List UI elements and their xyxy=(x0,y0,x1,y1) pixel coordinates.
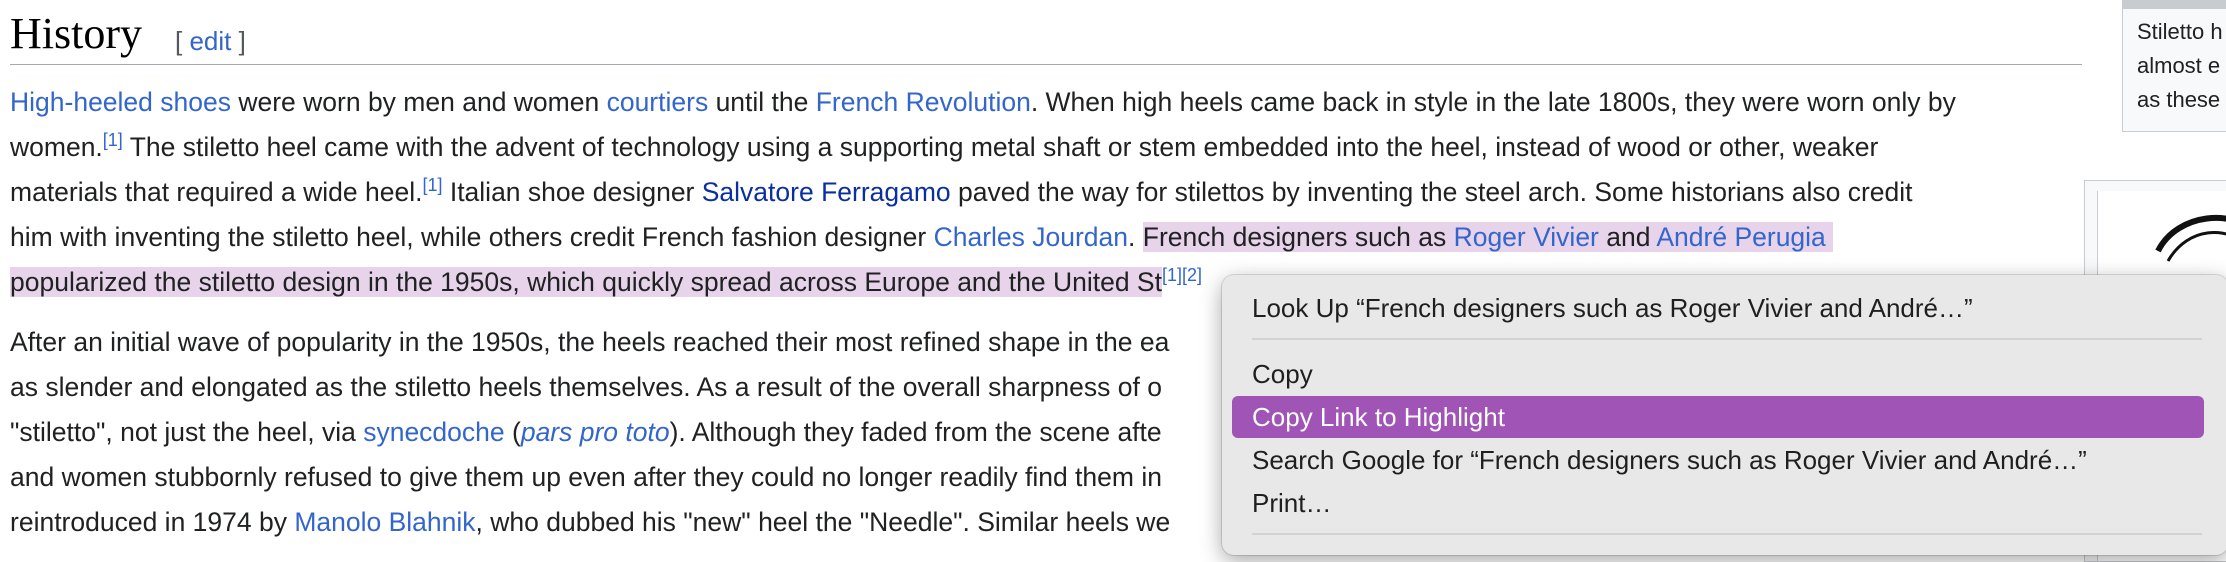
paragraph-line: High-heeled shoes were worn by men and w… xyxy=(10,80,1956,125)
citation-ref[interactable]: [1][2] xyxy=(1162,265,1202,285)
history-paragraph-1: High-heeled shoes were worn by men and w… xyxy=(10,80,1956,305)
caption-line: almost e xyxy=(2137,53,2221,78)
text: ( xyxy=(504,417,521,447)
menu-separator xyxy=(1252,338,2202,340)
text: materials that required a wide heel. xyxy=(10,177,423,207)
text: were worn by men and women xyxy=(230,87,607,117)
edit-section-link[interactable]: edit xyxy=(189,26,231,56)
image-thumbnail-caption-box: Stiletto h almost e as these xyxy=(2122,0,2226,132)
citation-ref[interactable]: [1] xyxy=(422,175,442,195)
link-pars-pro-toto[interactable]: pars pro toto xyxy=(521,417,670,447)
link-french-revolution[interactable]: French Revolution xyxy=(816,87,1031,117)
section-title: History xyxy=(10,9,142,58)
caption-line: Stiletto h xyxy=(2137,19,2223,44)
text: . When high heels came back in style in … xyxy=(1030,87,1956,117)
text: French designers such as xyxy=(1142,222,1454,252)
text: women. xyxy=(10,132,103,162)
thumbnail-image-edge xyxy=(2123,1,2226,9)
link-synecdoche[interactable]: synecdoche xyxy=(363,417,504,447)
paragraph-line: materials that required a wide heel.[1] … xyxy=(10,170,1956,215)
edit-bracket-close: ] xyxy=(231,26,246,56)
history-paragraph-2: After an initial wave of popularity in t… xyxy=(10,320,1170,545)
menu-separator xyxy=(1252,533,2202,535)
paragraph-line: as slender and elongated as the stiletto… xyxy=(10,372,1162,402)
paragraph-line: women.[1] The stiletto heel came with th… xyxy=(10,125,1956,170)
text: "stiletto", not just the heel, via xyxy=(10,417,364,447)
link-high-heeled-shoes[interactable]: High-heeled shoes xyxy=(10,87,231,117)
menu-item-copy-link-to-highlight[interactable]: Copy Link to Highlight xyxy=(1232,396,2204,438)
paragraph-line: and women stubbornly refused to give the… xyxy=(10,462,1162,492)
link-manolo-blahnik[interactable]: Manolo Blahnik xyxy=(294,507,475,537)
citation-ref[interactable]: [1] xyxy=(103,130,123,150)
text: paved the way for stilettos by inventing… xyxy=(950,177,1913,207)
section-heading: History [ edit ] xyxy=(10,4,2082,65)
paragraph-line: After an initial wave of popularity in t… xyxy=(10,327,1170,357)
text: him with inventing the stiletto heel, wh… xyxy=(10,222,934,252)
menu-item-search-google[interactable]: Search Google for “French designers such… xyxy=(1232,439,2204,481)
context-menu: Look Up “French designers such as Roger … xyxy=(1222,275,2226,555)
caption-line: as these xyxy=(2137,87,2221,112)
link-roger-vivier[interactable]: Roger Vivier xyxy=(1454,222,1599,252)
paragraph-line: reintroduced in 1974 by Manolo Blahnik, … xyxy=(10,500,1170,545)
edit-section-link-wrapper: [ edit ] xyxy=(175,26,246,57)
text: . xyxy=(1128,222,1143,252)
text-highlight[interactable]: French designers such as Roger Vivier an… xyxy=(1142,222,1834,252)
link-courtiers[interactable]: courtiers xyxy=(607,87,709,117)
text: reintroduced in 1974 by xyxy=(10,507,295,537)
menu-item-look-up[interactable]: Look Up “French designers such as Roger … xyxy=(1232,287,2204,329)
text-highlight[interactable]: popularized the stiletto design in the 1… xyxy=(10,267,1162,297)
menu-item-print[interactable]: Print… xyxy=(1232,482,2204,524)
text: The stiletto heel came with the advent o… xyxy=(122,132,1879,162)
paragraph-line: him with inventing the stiletto heel, wh… xyxy=(10,215,1956,260)
link-salvatore-ferragamo[interactable]: Salvatore Ferragamo xyxy=(702,177,951,207)
edit-bracket-open: [ xyxy=(175,26,190,56)
text: , who dubbed his "new" heel the "Needle"… xyxy=(475,507,1171,537)
text: and xyxy=(1598,222,1657,252)
text: ). Although they faded from the scene af… xyxy=(669,417,1162,447)
text: until the xyxy=(708,87,816,117)
thumbnail-caption: Stiletto h almost e as these xyxy=(2137,15,2223,117)
link-andre-perugia[interactable]: André Perugia xyxy=(1656,222,1825,252)
link-charles-jourdan[interactable]: Charles Jourdan xyxy=(934,222,1128,252)
text: Italian shoe designer xyxy=(442,177,702,207)
menu-item-copy[interactable]: Copy xyxy=(1232,353,2204,395)
paragraph-line: "stiletto", not just the heel, via synec… xyxy=(10,410,1170,455)
